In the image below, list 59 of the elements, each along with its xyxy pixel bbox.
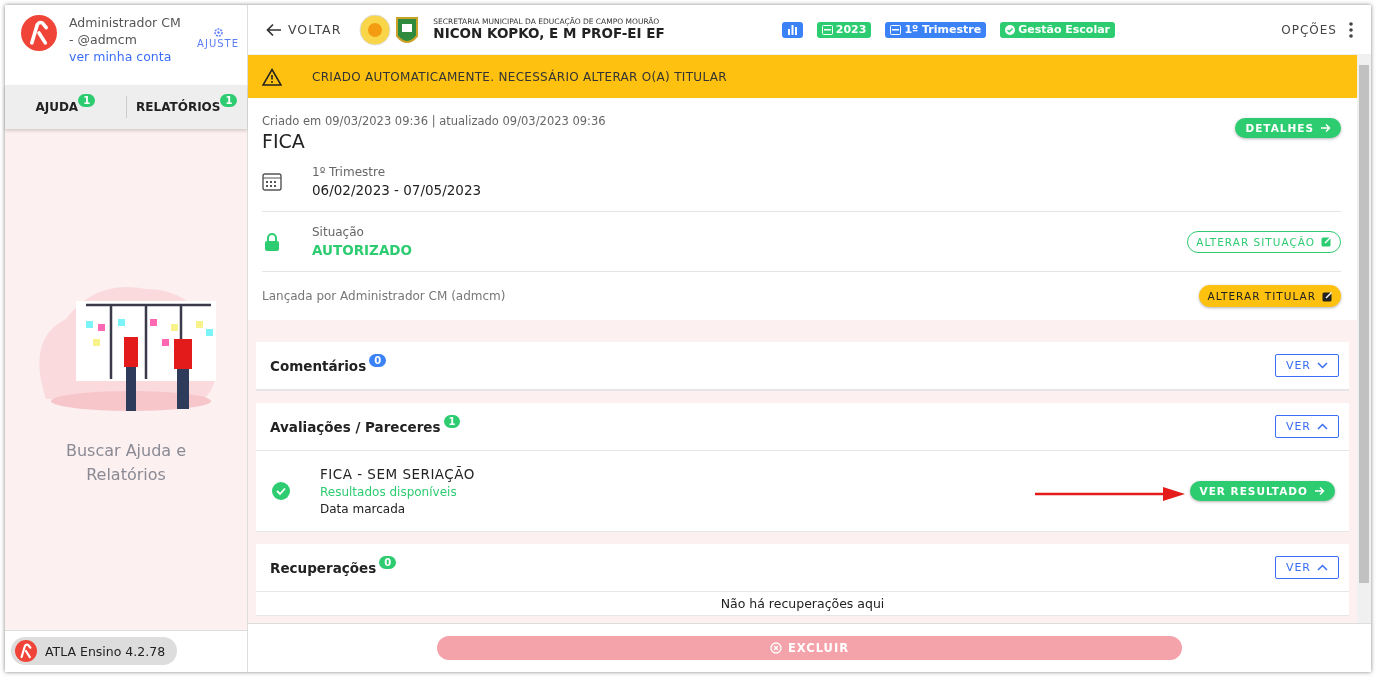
sidebar-tab[interactable]: AJUDA 1 [5,92,126,122]
edit-icon [1321,236,1332,247]
status-label: Situação [312,225,365,239]
count-badge: 0 [379,555,397,569]
count-badge: 0 [369,353,387,367]
toggle-button[interactable]: VER [1274,415,1339,438]
item-title: FICA - SEM SERIAÇÃO [320,466,475,482]
section-title: Avaliações / Pareceres [270,418,441,435]
count-badge: 1 [78,94,96,107]
bar-chart-icon [786,24,798,35]
chevron-up-icon [1317,423,1328,430]
calendar-icon [262,172,282,191]
lock-icon [262,231,282,252]
period-label: 1º Trimestre [312,165,387,179]
toggle-button[interactable]: VER [1274,354,1339,377]
count-badge: 1 [220,94,238,107]
check-circle-icon [1005,24,1016,35]
calendar-icon [890,24,902,35]
item-note: Data marcada [320,502,406,516]
count-badge: 1 [443,414,461,428]
account-link[interactable]: ver minha conta [69,49,186,64]
back-button[interactable]: VOLTAR [260,21,348,38]
calendar-icon [821,24,833,35]
period-dates: 06/02/2023 - 07/05/2023 [312,182,483,198]
record-title: FICA [262,130,306,152]
settings-button[interactable]: AJUSTE [197,27,239,49]
filter-chip[interactable]: 1º Trimestre [885,21,987,38]
scrollbar[interactable] [1357,55,1371,623]
options-menu-button[interactable]: OPÇÕES [1275,20,1359,39]
user-handle: - @admcm [69,32,138,47]
user-name: Administrador CM [69,15,182,30]
arrow-right-icon [1320,123,1331,133]
warning-icon [262,67,282,86]
edit-icon [1322,290,1333,302]
version-badge: ATLA Ensino 4.2.78 [11,637,178,665]
empty-state-text: Buscar Ajuda e Relatórios [64,440,188,486]
toggle-button[interactable]: VER [1274,556,1339,579]
banner-text: CRIADO AUTOMATICAMENTE. NECESSÁRIO ALTERAR O(A) TITULAR [312,69,727,84]
section-title: Comentários [270,357,367,374]
record-meta: Criado em 09/03/2023 09:36 | atualizado 09/03/2023 09:36 [262,114,606,128]
arrow-right-icon [1314,486,1325,496]
filter-chip[interactable] [781,21,803,38]
back-arrow-icon [266,22,282,37]
check-circle-icon [272,482,290,500]
app-logo-icon [21,15,57,51]
more-vertical-icon [1349,21,1353,38]
item-status: Resultados disponíveis [320,485,457,499]
change-owner-button[interactable]: ALTERAR TITULAR [1199,285,1341,307]
school-name: NICON KOPKO, E M PROF-EI EF [433,26,665,41]
chevron-down-icon [1317,362,1328,369]
close-circle-icon [769,642,782,654]
chevron-up-icon [1317,564,1328,571]
section-title: Recuperações [270,559,377,576]
status-value: AUTORIZADO [312,242,414,258]
owner-text: Lançada por Administrador CM (admcm) [262,289,506,303]
empty-message: Não há recuperações aqui [719,595,886,613]
settings-icon [212,27,224,38]
app-logo-icon [15,640,37,662]
sidebar-tab[interactable]: RELATÓRIOS 1 [126,92,247,122]
